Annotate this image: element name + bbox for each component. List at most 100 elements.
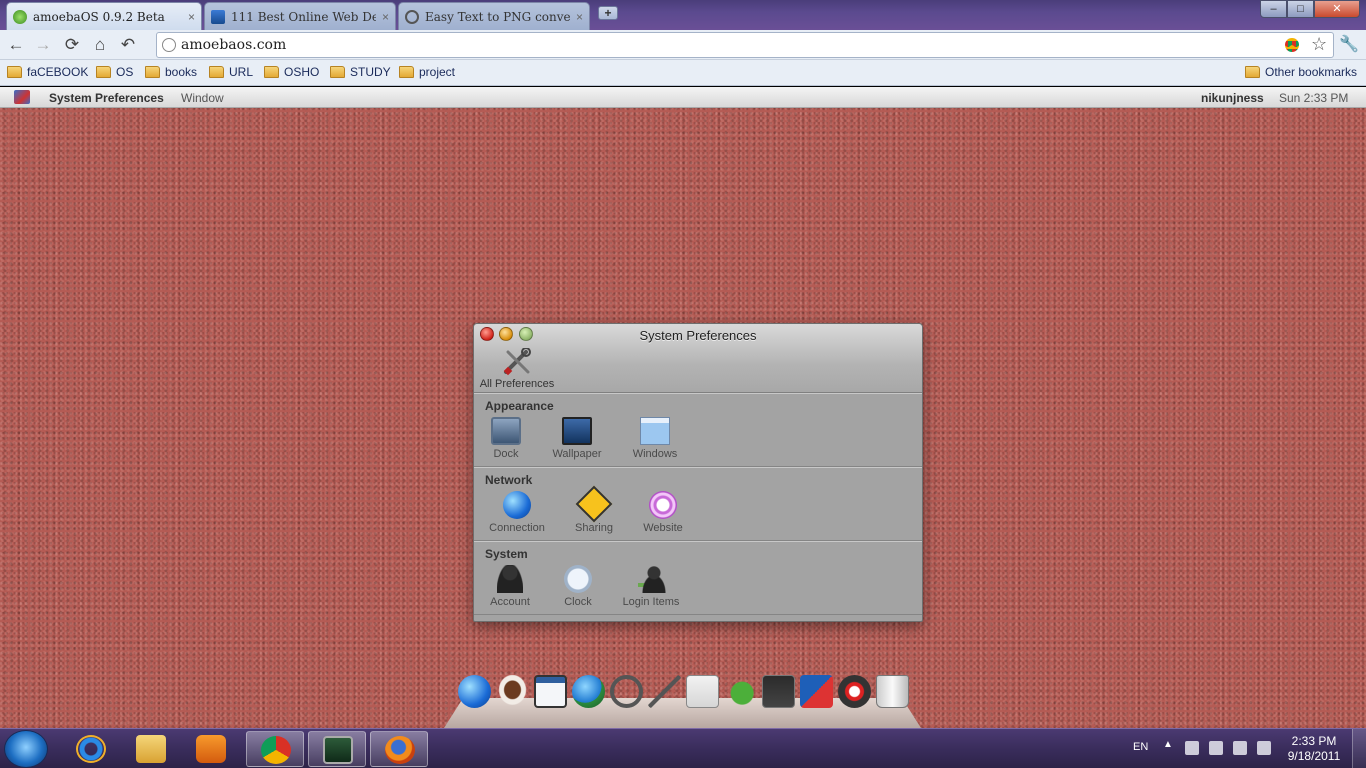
network-icon[interactable] [1233,741,1247,755]
bookmark-label: Other bookmarks [1265,65,1358,79]
media-player-icon [196,735,226,763]
pref-label: Connection [489,522,545,534]
pref-dock[interactable]: Dock [474,417,541,460]
bookmark-study[interactable]: STUDY [330,65,391,79]
trash-icon[interactable] [876,675,909,708]
new-tab-button[interactable]: + [598,6,618,20]
taskbar-chrome[interactable] [246,731,304,767]
amoeba-logo-icon[interactable] [14,90,30,104]
taskbar-explorer[interactable] [122,731,180,767]
pref-label: Clock [564,596,592,608]
taskbar-system-monitor[interactable] [308,731,366,767]
sharing-sign-icon [575,485,613,523]
firefox-icon [385,736,415,764]
globe-icon[interactable] [458,675,491,708]
close-tab-icon[interactable]: × [188,10,195,24]
taskbar-internet-explorer[interactable] [62,731,120,767]
earth-icon[interactable] [572,675,605,708]
pref-label: Dock [493,448,519,460]
browser-toolbar: ← → ⟳ ⌂ ↶ amoebaos.com ☆ 🔧 [0,30,1366,60]
sys-prefs-toolbar: System Preferences All Preferences [474,324,922,393]
language-indicator[interactable]: EN [1133,741,1148,753]
wrench-icon[interactable]: 🔧 [1338,34,1360,56]
close-tab-icon[interactable]: × [576,10,583,24]
bookmark-label: project [419,65,456,79]
bookmark-star-icon[interactable]: ☆ [1311,34,1327,55]
globe-icon [503,491,531,519]
tab-title: 111 Best Online Web Desig [231,9,376,24]
system-preferences-window: System Preferences All Preferences Appea… [473,323,923,622]
close-tab-icon[interactable]: × [382,10,389,24]
folder-icon [209,66,224,78]
pen-icon[interactable] [648,675,681,708]
pref-clock[interactable]: Clock [543,565,613,608]
pref-website[interactable]: Website [628,491,698,534]
bookmark-label: STUDY [350,65,391,79]
bookmark-url[interactable]: URL [209,65,253,79]
folder-icon [145,66,160,78]
website-broadcast-icon [649,491,677,519]
folder-icon [264,66,279,78]
tab-best-web-design[interactable]: 111 Best Online Web Desig × [204,2,396,30]
menu-window[interactable]: Window [181,91,224,105]
section-title: System [485,547,528,561]
taskbar-media-player[interactable] [182,731,240,767]
pref-connection[interactable]: Connection [482,491,552,534]
menu-app-name[interactable]: System Preferences [49,91,164,105]
bookmark-label: OS [116,65,134,79]
paint-icon[interactable] [800,675,833,708]
url-text[interactable]: amoebaos.com [181,37,286,53]
minimize-button[interactable]: – [1260,0,1287,18]
headphones-icon[interactable] [610,675,643,708]
folder-icon [96,66,111,78]
pref-wallpaper[interactable]: Wallpaper [542,417,612,460]
bookmark-label: OSHO [284,65,320,79]
close-window-button[interactable]: ✕ [1314,0,1360,18]
pref-login-items[interactable]: Login Items [616,565,686,608]
coffee-cup-icon[interactable] [496,675,529,708]
back-button[interactable]: ← [5,34,27,56]
home-button[interactable]: ⌂ [89,34,111,56]
bookmark-label: faCEBOOK [27,65,89,79]
window-icon[interactable] [534,675,567,708]
maximize-button[interactable]: □ [1287,0,1314,18]
bookmark-osho[interactable]: OSHO [264,65,319,79]
forward-button[interactable]: → [32,34,54,56]
clock-date: 9/18/2011 [1287,749,1341,763]
bookmark-facebook[interactable]: faCEBOOK [7,65,88,79]
pref-label: Account [490,596,530,608]
taskbar-clock[interactable]: 2:33 PM 9/18/2011 [1284,734,1344,764]
all-preferences-button[interactable]: All Preferences [478,347,556,390]
media-icon[interactable] [838,675,871,708]
tab-amoebaos[interactable]: amoebaOS 0.9.2 Beta × [6,2,202,30]
history-button[interactable]: ↶ [117,34,139,56]
tab-text-to-png[interactable]: Easy Text to PNG conversio × [398,2,590,30]
address-bar[interactable]: amoebaos.com ☆ [156,32,1334,58]
menubar-user[interactable]: nikunjness [1201,91,1264,105]
other-bookmarks[interactable]: Other bookmarks [1245,65,1357,79]
chart-icon[interactable] [762,675,795,708]
show-desktop-button[interactable] [1352,729,1366,768]
mail-icon[interactable] [686,675,719,708]
bookmark-project[interactable]: project [399,65,455,79]
pref-windows[interactable]: Windows [620,417,690,460]
volume-icon[interactable] [1257,741,1271,755]
bookmark-os[interactable]: OS [96,65,133,79]
pref-label: Windows [632,448,678,460]
pref-label: Sharing [575,522,613,534]
bookmark-label: URL [229,65,254,79]
folder-icon [7,66,22,78]
tools-icon [502,347,532,376]
reload-button[interactable]: ⟳ [61,34,83,56]
bookmark-books[interactable]: books [145,65,197,79]
flag-icon[interactable] [1185,741,1199,755]
pref-account[interactable]: Account [475,565,545,608]
globe-favicon-icon [405,9,419,24]
device-icon[interactable] [1209,741,1223,755]
taskbar-firefox[interactable] [370,731,428,767]
page-info-icon[interactable] [162,38,176,52]
bird-icon[interactable] [724,675,757,708]
start-button[interactable] [4,730,48,768]
pref-sharing[interactable]: Sharing [559,485,629,534]
show-hidden-icons[interactable]: ▲ [1163,739,1173,750]
